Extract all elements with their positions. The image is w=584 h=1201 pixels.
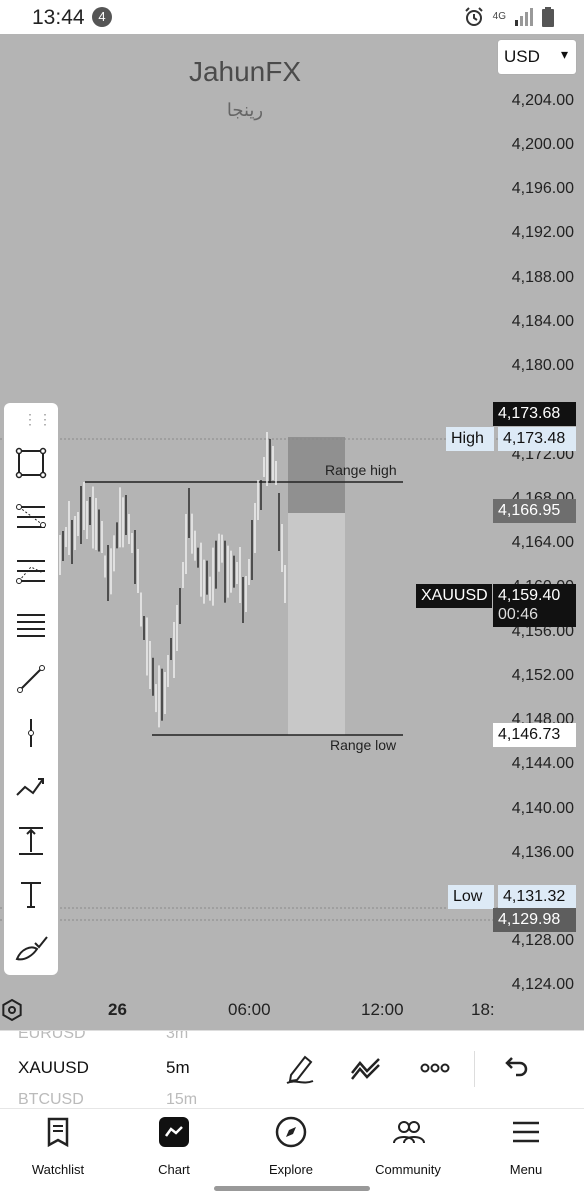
time-axis-label: 06:00 (228, 1000, 271, 1019)
watchlist-icon (47, 1117, 69, 1148)
fib-extension-tool-icon[interactable] (13, 553, 49, 589)
watermark-subtitle: رینجا (226, 100, 264, 120)
nav-menu-label: Menu (509, 1162, 543, 1177)
nav-community[interactable]: Community (358, 1115, 458, 1177)
symbol-option[interactable]: EURUSD (18, 1031, 86, 1043)
currency-value: USD (504, 47, 540, 66)
currency-select[interactable]: USD ▾ (498, 40, 576, 74)
countdown-badge: 00:46 (493, 603, 576, 627)
top-price-badge: 4,173.68 (493, 402, 576, 426)
compass-icon (275, 1116, 307, 1148)
menu-icon (513, 1121, 539, 1143)
high-value-badge: 4,173.48 (498, 427, 576, 451)
chart-icon (159, 1117, 189, 1147)
status-bar: 13:44 4 4G (0, 0, 584, 34)
status-time: 13:44 (32, 6, 85, 29)
settings-hex-icon[interactable] (0, 998, 24, 1022)
time-axis-label: 18: (471, 1000, 495, 1019)
alarm-icon (464, 7, 483, 26)
price-tick: 4,140.00 (511, 800, 574, 817)
vertical-line-tool-icon[interactable] (13, 715, 49, 751)
battery-icon (542, 7, 554, 27)
trend-line-tool-icon[interactable] (13, 661, 49, 697)
range-low-price-badge: 4,146.73 (493, 723, 576, 747)
price-tick: 4,124.00 (511, 976, 574, 993)
nav-explore-label: Explore (268, 1162, 314, 1177)
high-label: High (446, 427, 494, 451)
interval-option[interactable]: 3m (166, 1031, 188, 1043)
nav-menu[interactable]: Menu (476, 1115, 576, 1177)
price-range-tool-icon[interactable] (13, 823, 49, 859)
price-tick: 4,144.00 (511, 755, 574, 772)
rectangle-tool-icon[interactable] (13, 445, 49, 481)
symbol-option[interactable]: BTCUSD (18, 1091, 84, 1109)
price-tick: 4,180.00 (511, 357, 574, 374)
candles (59, 432, 286, 728)
price-tick: 4,136.00 (511, 844, 574, 861)
price-tick: 4,204.00 (511, 92, 574, 109)
price-tick: 4,200.00 (511, 136, 574, 153)
nav-community-label: Community (375, 1162, 441, 1177)
price-tick: 4,192.00 (511, 224, 574, 241)
nav-watchlist-label: Watchlist (31, 1162, 85, 1177)
current-symbol[interactable]: XAUUSD (18, 1058, 89, 1078)
range-box-lower (288, 513, 345, 735)
price-tick: 4,188.00 (511, 269, 574, 286)
interval-option[interactable]: 15m (166, 1091, 197, 1109)
parallel-lines-tool-icon[interactable] (13, 607, 49, 643)
mid-price-badge: 4,166.95 (493, 499, 576, 523)
price-tick: 4,164.00 (511, 534, 574, 551)
notification-count: 4 (92, 7, 112, 27)
watermark-title: JahunFX (188, 56, 302, 87)
drawing-toolbar: ⋮⋮ (4, 403, 58, 975)
low-label: Low (448, 885, 494, 909)
bottom-price-badge: 4,129.98 (493, 908, 576, 932)
price-tick: 4,196.00 (511, 180, 574, 197)
price-tick: 4,152.00 (511, 667, 574, 684)
text-tool-icon[interactable] (13, 877, 49, 913)
projection-tool-icon[interactable] (13, 769, 49, 805)
time-axis-label: 12:00 (361, 1000, 404, 1019)
symbol-badge: XAUUSD (416, 584, 492, 608)
brush-tool-icon[interactable] (13, 931, 49, 967)
network-label: 4G (492, 11, 506, 22)
low-value-badge: 4,131.32 (498, 885, 576, 909)
more-icon[interactable] (418, 1051, 452, 1085)
toolbar-divider (474, 1051, 475, 1087)
drag-handle-icon[interactable]: ⋮⋮ (23, 411, 53, 428)
symbol-bar: EURUSD 3m XAUUSD 5m BTCUSD 15m (0, 1030, 584, 1109)
time-axis-day: 26 (108, 1000, 127, 1019)
signal-icon (515, 8, 533, 26)
community-icon (393, 1121, 425, 1144)
home-indicator[interactable] (214, 1186, 370, 1191)
current-interval[interactable]: 5m (166, 1058, 190, 1078)
undo-icon[interactable] (498, 1051, 532, 1085)
chevron-down-icon: ▾ (560, 46, 568, 62)
price-tick: 4,128.00 (511, 932, 574, 949)
nav-explore[interactable]: Explore (241, 1115, 341, 1177)
price-chart[interactable] (0, 34, 584, 1030)
range-high-label[interactable]: Range high (325, 462, 397, 478)
fib-retracement-tool-icon[interactable] (13, 499, 49, 535)
price-tick: 4,184.00 (511, 313, 574, 330)
chart-area[interactable]: JahunFX رینجا USD ▾ 4,204.00 4,200.00 4,… (0, 34, 584, 1030)
drawing-tools-icon[interactable] (349, 1051, 383, 1085)
nav-watchlist[interactable]: Watchlist (8, 1115, 108, 1177)
range-low-label[interactable]: Range low (330, 737, 396, 753)
pencil-icon[interactable] (283, 1051, 317, 1085)
nav-chart-label: Chart (158, 1162, 190, 1177)
nav-chart[interactable]: Chart (124, 1115, 224, 1177)
status-icons: 4G (463, 6, 554, 28)
